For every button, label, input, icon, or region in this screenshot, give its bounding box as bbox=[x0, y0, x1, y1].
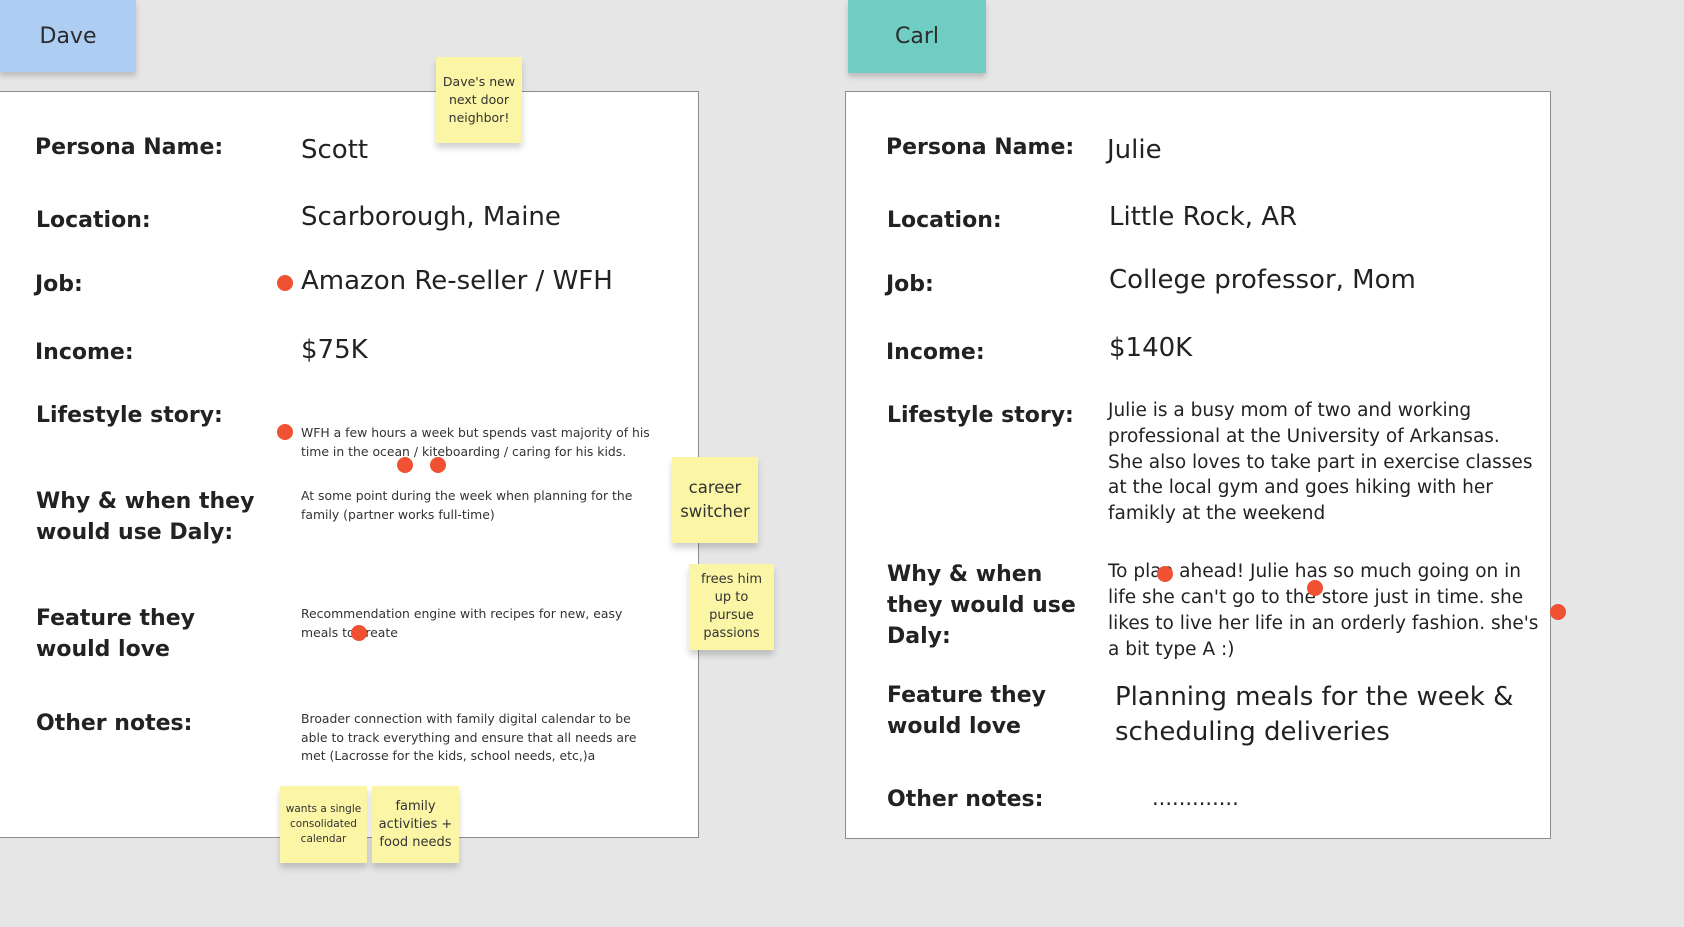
location-label: Location: bbox=[887, 208, 1002, 233]
feature-label: Feature they would love bbox=[36, 606, 195, 662]
sticky-note-calendar[interactable]: wants a single consolidated calendar bbox=[280, 786, 367, 863]
income-label: Income: bbox=[35, 340, 134, 365]
sticky-note-frees[interactable]: frees him up to pursue passions bbox=[689, 564, 774, 650]
sticky-note-text: Dave's new next door neighbor! bbox=[442, 74, 516, 125]
vote-dot-icon[interactable] bbox=[397, 457, 413, 473]
carl-frame-label: Carl bbox=[895, 24, 939, 49]
location-label: Location: bbox=[36, 208, 151, 233]
other-notes-label: Other notes: bbox=[36, 711, 193, 736]
dave-why-when[interactable]: At some point during the week when plann… bbox=[301, 487, 661, 524]
job-label: Job: bbox=[35, 272, 83, 297]
carl-location[interactable]: Little Rock, AR bbox=[1109, 201, 1297, 233]
dave-frame-label: Dave bbox=[39, 23, 97, 49]
dave-persona-name[interactable]: Scott bbox=[301, 134, 368, 166]
carl-persona-name[interactable]: Julie bbox=[1107, 134, 1162, 166]
carl-other-notes[interactable]: ............. bbox=[1152, 784, 1239, 812]
persona-name-label: Persona Name: bbox=[886, 135, 1075, 160]
vote-dot-icon[interactable] bbox=[1307, 580, 1323, 596]
other-notes-label: Other notes: bbox=[887, 787, 1044, 812]
dave-frame-tag[interactable]: Dave bbox=[0, 0, 136, 72]
income-label: Income: bbox=[886, 340, 985, 365]
why-when-label: Why & when they would use Daly: bbox=[887, 562, 1076, 649]
vote-dot-icon[interactable] bbox=[1157, 566, 1173, 582]
sticky-note-text: family activities + food needs bbox=[378, 798, 453, 850]
sticky-note-career[interactable]: career switcher bbox=[672, 457, 758, 543]
sticky-note-text: career switcher bbox=[680, 478, 750, 521]
sticky-note-text: frees him up to pursue passions bbox=[700, 572, 763, 641]
lifestyle-story-label: Lifestyle story: bbox=[36, 403, 223, 428]
carl-why-when[interactable]: To plan ahead! Julie has so much going o… bbox=[1108, 559, 1544, 663]
dave-other-notes[interactable]: Broader connection with family digital c… bbox=[301, 710, 661, 766]
carl-feature[interactable]: Planning meals for the week & scheduling… bbox=[1115, 680, 1535, 750]
sticky-note-text: wants a single consolidated calendar bbox=[285, 803, 362, 845]
feature-label: Feature they would love bbox=[887, 683, 1046, 739]
persona-name-label: Persona Name: bbox=[35, 135, 224, 160]
vote-dot-icon[interactable] bbox=[277, 424, 293, 440]
carl-frame-tag[interactable]: Carl bbox=[848, 0, 986, 73]
vote-dot-icon[interactable] bbox=[351, 625, 367, 641]
lifestyle-story-label: Lifestyle story: bbox=[887, 403, 1074, 428]
carl-lifestyle-story[interactable]: Julie is a busy mom of two and working p… bbox=[1108, 398, 1533, 527]
why-when-label: Why & when they would use Daly: bbox=[36, 489, 255, 545]
sticky-note-neighbor[interactable]: Dave's new next door neighbor! bbox=[436, 57, 522, 143]
job-label: Job: bbox=[886, 272, 934, 297]
dave-job[interactable]: Amazon Re-seller / WFH bbox=[301, 265, 613, 297]
carl-income[interactable]: $140K bbox=[1109, 332, 1192, 364]
dave-location[interactable]: Scarborough, Maine bbox=[301, 201, 561, 233]
sticky-note-family[interactable]: family activities + food needs bbox=[372, 786, 459, 863]
dave-lifestyle-story[interactable]: WFH a few hours a week but spends vast m… bbox=[301, 424, 661, 461]
vote-dot-icon[interactable] bbox=[1550, 604, 1566, 620]
vote-dot-icon[interactable] bbox=[277, 275, 293, 291]
dave-income[interactable]: $75K bbox=[301, 334, 368, 366]
vote-dot-icon[interactable] bbox=[430, 457, 446, 473]
carl-job[interactable]: College professor, Mom bbox=[1109, 264, 1416, 296]
